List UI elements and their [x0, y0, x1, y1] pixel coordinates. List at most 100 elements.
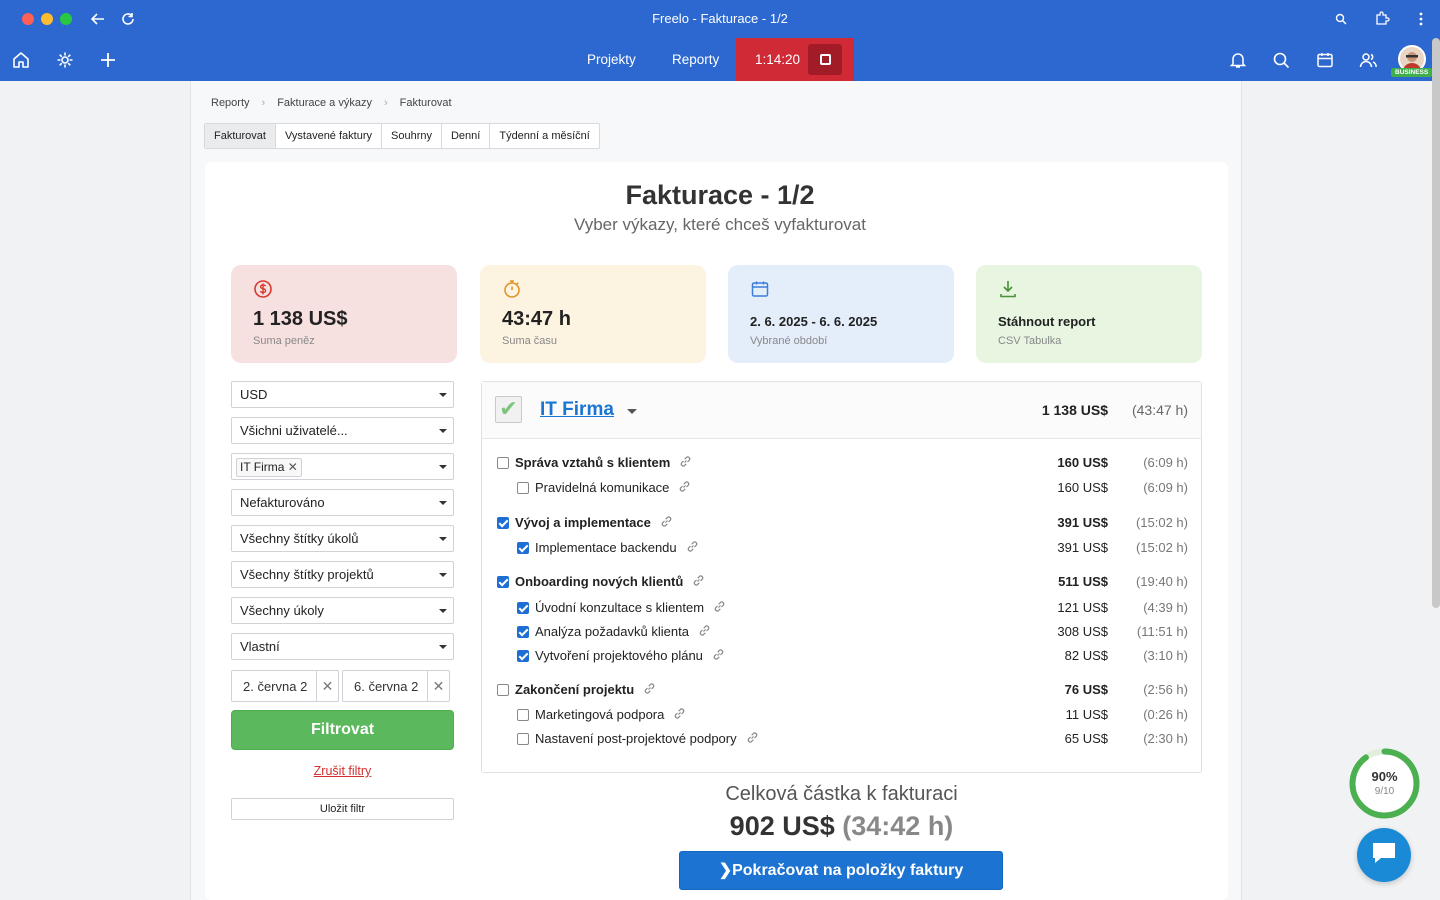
link-icon[interactable] — [698, 624, 711, 637]
stat-period-label: Vybrané období — [750, 335, 828, 347]
date-from-input[interactable]: 2. června 2 ✕ — [231, 670, 339, 702]
task-row: Marketingová podpora 11 US$ (0:26 h) — [482, 705, 1201, 727]
more-menu-icon[interactable] — [1411, 9, 1431, 29]
nav-projects-link[interactable]: Projekty — [587, 52, 636, 67]
task-row: Vytvoření projektového plánu 82 US$ (3:10 … — [482, 646, 1201, 668]
running-timer[interactable]: 1:14:20 — [736, 38, 854, 81]
link-icon[interactable] — [643, 682, 656, 695]
tab-weekly-monthly[interactable]: Týdenní a měsíční — [490, 124, 599, 148]
breadcrumb-reports[interactable]: Reporty — [211, 97, 250, 109]
project-tags-select[interactable]: Všechny štítky projektů — [231, 561, 454, 588]
stat-time-value: 43:47 h — [502, 308, 571, 330]
tasks-select[interactable]: Všechny úkoly — [231, 597, 454, 624]
tab-issued-invoices[interactable]: Vystavené faktury — [276, 124, 382, 148]
caret-down-icon — [439, 501, 447, 505]
row-checkbox[interactable] — [517, 542, 529, 554]
clear-filters-link[interactable]: Zrušit filtry — [231, 764, 454, 778]
client-name-link[interactable]: IT Firma — [540, 399, 614, 421]
row-checkbox[interactable] — [517, 626, 529, 638]
caret-down-icon[interactable] — [627, 409, 637, 414]
row-amount: 511 US$ — [1058, 574, 1108, 589]
client-select[interactable]: IT Firma ✕ — [231, 453, 454, 480]
timer-stop-button[interactable] — [808, 44, 842, 75]
project-row: Vývoj a implementace 391 US$ (15:02 h) — [482, 513, 1201, 535]
gear-icon[interactable] — [54, 49, 76, 71]
link-icon[interactable] — [686, 540, 699, 553]
stat-download[interactable]: Stáhnout report CSV Tabulka — [976, 265, 1202, 363]
client-checkbox[interactable]: ✔ — [495, 396, 522, 423]
tab-summaries[interactable]: Souhrny — [382, 124, 442, 148]
caret-down-icon — [439, 465, 447, 469]
row-name: Analýza požadavků klienta — [535, 624, 689, 639]
link-icon[interactable] — [746, 731, 759, 744]
link-icon[interactable] — [713, 600, 726, 613]
continue-to-invoice-items-button[interactable]: ❯Pokračovat na položky faktury — [679, 851, 1003, 890]
row-name: Správa vztahů s klientem — [515, 455, 671, 470]
row-checkbox[interactable] — [517, 733, 529, 745]
row-checkbox[interactable] — [497, 517, 509, 529]
row-amount: 308 US$ — [1057, 624, 1108, 639]
row-time: (0:26 h) — [1143, 707, 1188, 722]
tab-invoice[interactable]: Fakturovat — [205, 124, 276, 148]
clear-date-to-icon[interactable]: ✕ — [427, 671, 449, 701]
chat-bubble-icon — [1370, 840, 1398, 871]
users-icon[interactable] — [1357, 49, 1379, 71]
page-subtitle: Vyber výkazy, které chceš vyfakturovat — [574, 215, 866, 234]
date-to-input[interactable]: 6. června 2 ✕ — [342, 670, 450, 702]
tab-daily[interactable]: Denní — [442, 124, 491, 148]
home-icon[interactable] — [10, 49, 32, 71]
stat-download-value[interactable]: Stáhnout report — [998, 314, 1096, 329]
plus-icon[interactable] — [97, 49, 119, 71]
row-checkbox[interactable] — [517, 482, 529, 494]
link-icon[interactable] — [679, 455, 692, 468]
project-row: Onboarding nových klientů 511 US$ (19:40 h… — [482, 572, 1201, 594]
nav-reports-link[interactable]: Reporty — [672, 52, 719, 67]
stat-time-label: Suma času — [502, 335, 558, 347]
row-checkbox[interactable] — [497, 684, 509, 696]
chat-button[interactable] — [1357, 828, 1411, 882]
row-time: (4:39 h) — [1143, 600, 1188, 615]
clear-date-from-icon[interactable]: ✕ — [316, 671, 338, 701]
row-amount: 76 US$ — [1064, 682, 1108, 697]
report-tabs: Fakturovat Vystavené faktury Souhrny Den… — [204, 123, 600, 149]
calendar-icon[interactable] — [1314, 49, 1336, 71]
row-checkbox[interactable] — [517, 650, 529, 662]
row-checkbox[interactable] — [497, 457, 509, 469]
bell-icon[interactable] — [1227, 49, 1249, 71]
filter-button[interactable]: Filtrovat — [231, 710, 454, 750]
currency-select[interactable]: USD — [231, 381, 454, 408]
caret-down-icon — [439, 645, 447, 649]
row-time: (2:56 h) — [1143, 682, 1188, 697]
save-filter-button[interactable]: Uložit filtr — [231, 798, 454, 820]
link-icon[interactable] — [692, 574, 705, 587]
users-select[interactable]: Všichni uživatelé... — [231, 417, 454, 444]
row-time: (15:02 h) — [1135, 515, 1188, 530]
link-icon[interactable] — [712, 648, 725, 661]
link-icon[interactable] — [678, 480, 691, 493]
row-checkbox[interactable] — [517, 709, 529, 721]
task-tags-select[interactable]: Všechny štítky úkolů — [231, 525, 454, 552]
breadcrumb-invoicing[interactable]: Fakturace a výkazy — [277, 97, 372, 109]
row-checkbox[interactable] — [497, 576, 509, 588]
row-name: Nastavení post-projektové podpory — [535, 731, 737, 746]
row-name: Marketingová podpora — [535, 707, 665, 722]
client-amount: 1 138 US$ — [1041, 402, 1108, 418]
extensions-icon[interactable] — [1372, 9, 1392, 29]
search-icon[interactable] — [1270, 49, 1292, 71]
task-row: Nastavení post-projektové podpory 65 US$ (… — [482, 729, 1201, 751]
currency-select-value: USD — [240, 387, 268, 402]
row-checkbox[interactable] — [517, 602, 529, 614]
breadcrumb-separator: › — [261, 97, 266, 109]
invoiced-select[interactable]: Nefakturováno — [231, 489, 454, 516]
link-icon[interactable] — [660, 515, 673, 528]
date-to-value: 6. června 2 — [354, 679, 419, 694]
link-icon[interactable] — [673, 707, 686, 720]
stat-period: 2. 6. 2025 - 6. 6. 2025 Vybrané období — [728, 265, 954, 363]
client-time: (43:47 h) — [1131, 402, 1188, 418]
window-scrollbar[interactable] — [1432, 38, 1440, 608]
zoom-magnifier-icon[interactable] — [1331, 9, 1351, 29]
period-select[interactable]: Vlastní — [231, 633, 454, 660]
caret-down-icon — [439, 393, 447, 397]
remove-tag-icon[interactable]: ✕ — [288, 460, 298, 474]
project-row: Zakončení projektu 76 US$ (2:56 h) — [482, 680, 1201, 702]
